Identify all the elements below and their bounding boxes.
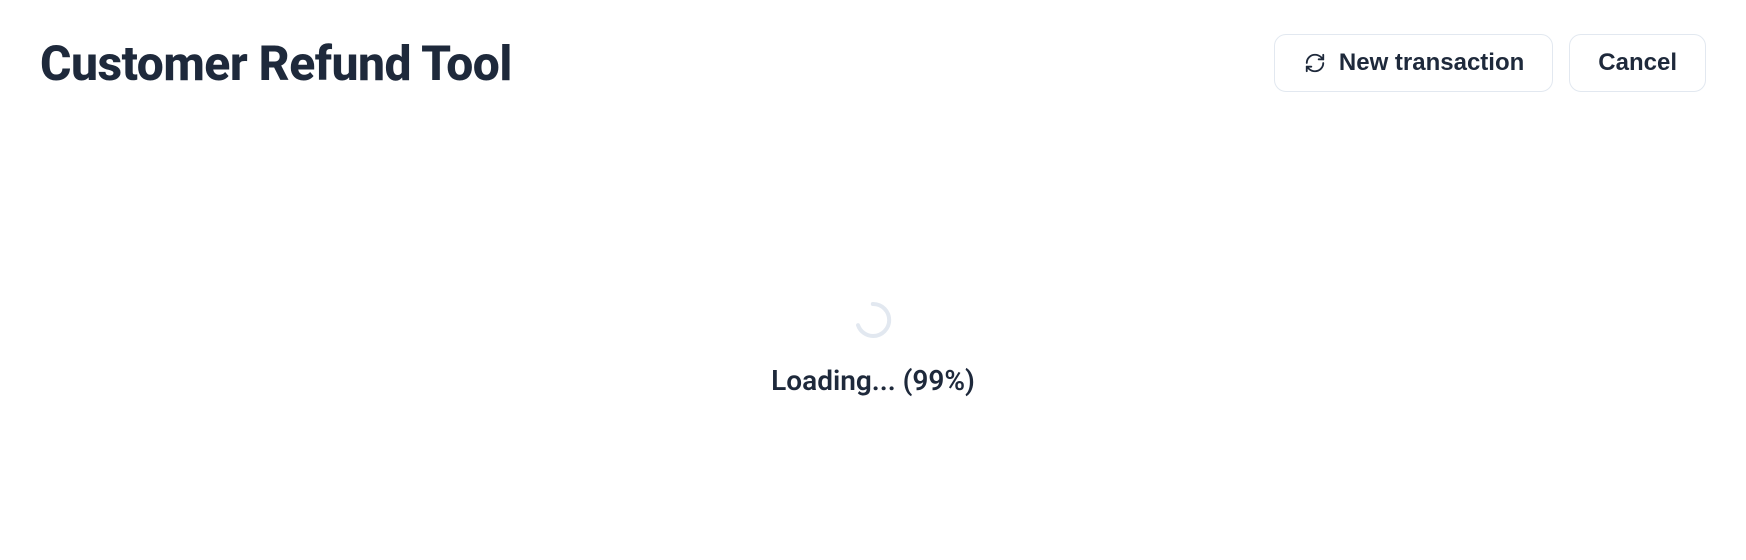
new-transaction-button[interactable]: New transaction xyxy=(1274,34,1553,92)
page-header: Customer Refund Tool New transaction Can… xyxy=(0,0,1746,92)
header-button-group: New transaction Cancel xyxy=(1274,34,1706,92)
refresh-icon xyxy=(1303,51,1327,75)
loading-container: Loading... (99%) xyxy=(771,300,975,397)
loading-text: Loading... (99%) xyxy=(771,364,975,397)
new-transaction-label: New transaction xyxy=(1339,51,1524,75)
page-title: Customer Refund Tool xyxy=(40,35,512,92)
cancel-label: Cancel xyxy=(1598,51,1677,75)
loading-spinner-icon xyxy=(853,300,893,340)
cancel-button[interactable]: Cancel xyxy=(1569,34,1706,92)
